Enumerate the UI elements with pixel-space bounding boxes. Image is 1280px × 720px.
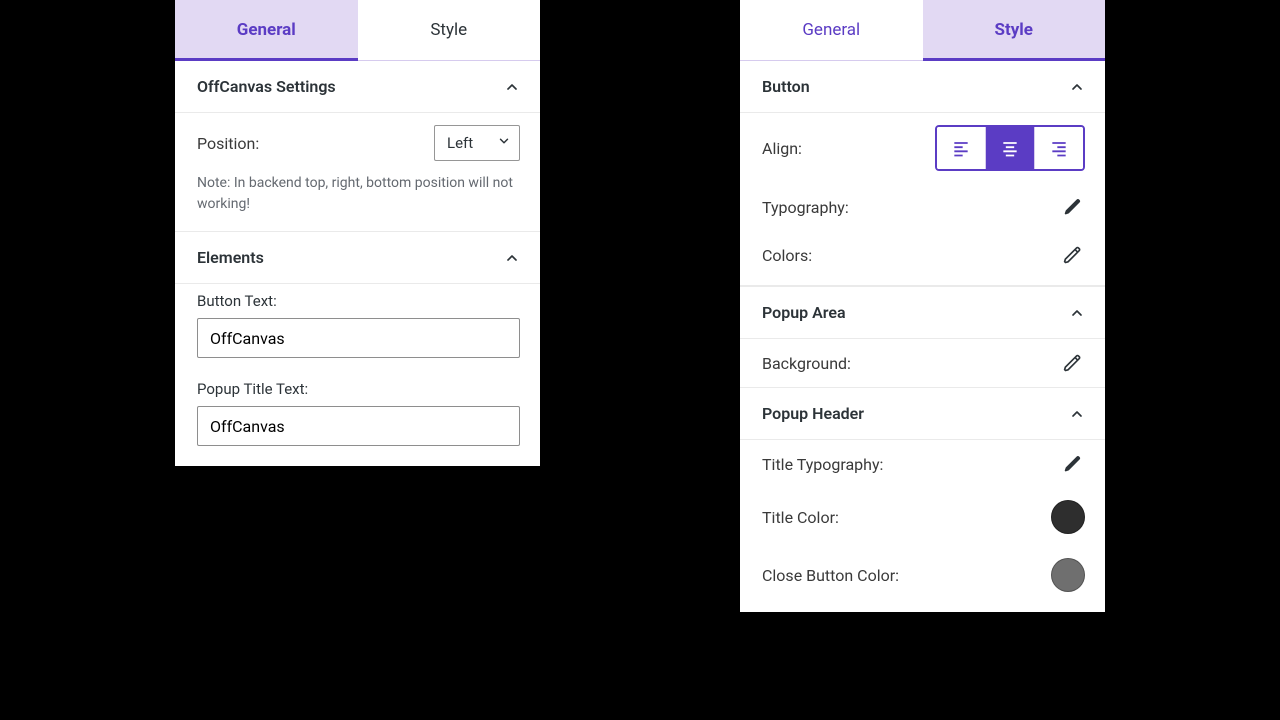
- row-close-button-color: Close Button Color:: [740, 546, 1105, 612]
- tab-style-label: Style: [430, 20, 467, 40]
- chevron-up-icon: [1069, 406, 1085, 422]
- section-title: Popup Header: [762, 404, 864, 423]
- row-align: Align:: [740, 113, 1105, 183]
- title-typography-edit-button[interactable]: [1061, 452, 1085, 476]
- chevron-up-icon: [1069, 305, 1085, 321]
- position-label: Position:: [197, 134, 259, 153]
- row-background: Background:: [740, 339, 1105, 387]
- row-typography: Typography:: [740, 183, 1105, 231]
- position-select[interactable]: Left: [434, 125, 520, 161]
- chevron-up-icon: [504, 79, 520, 95]
- background-label: Background:: [762, 354, 851, 373]
- panel-general: General Style OffCanvas Settings Positio…: [175, 0, 540, 466]
- align-segmented: [935, 125, 1085, 171]
- button-text-label: Button Text:: [197, 292, 520, 310]
- section-header-popup-area[interactable]: Popup Area: [740, 286, 1105, 339]
- align-right-button[interactable]: [1034, 127, 1083, 169]
- close-button-color-label: Close Button Color:: [762, 566, 899, 585]
- title-color-label: Title Color:: [762, 508, 839, 527]
- section-title: OffCanvas Settings: [197, 77, 336, 96]
- tab-general-label: General: [802, 20, 860, 40]
- section-title: Popup Area: [762, 303, 846, 322]
- align-right-icon: [1048, 138, 1070, 158]
- field-popup-title-text: Popup Title Text:: [175, 372, 540, 466]
- panel-style: General Style Button Align:: [740, 0, 1105, 612]
- row-title-typography: Title Typography:: [740, 440, 1105, 488]
- title-color-swatch[interactable]: [1051, 500, 1085, 534]
- tabs: General Style: [175, 0, 540, 61]
- tabs: General Style: [740, 0, 1105, 61]
- section-header-offcanvas-settings[interactable]: OffCanvas Settings: [175, 61, 540, 113]
- align-left-button[interactable]: [937, 127, 985, 169]
- align-center-icon: [999, 138, 1021, 158]
- pencil-icon: [1063, 353, 1083, 373]
- chevron-down-icon: [497, 134, 511, 152]
- section-header-elements[interactable]: Elements: [175, 231, 540, 284]
- position-selected-value: Left: [447, 134, 473, 152]
- align-label: Align:: [762, 139, 802, 158]
- tab-style[interactable]: Style: [358, 0, 541, 60]
- title-typography-label: Title Typography:: [762, 455, 883, 474]
- button-text-input[interactable]: [197, 318, 520, 358]
- background-edit-button[interactable]: [1061, 351, 1085, 375]
- popup-title-text-label: Popup Title Text:: [197, 380, 520, 398]
- tab-general-label: General: [237, 20, 296, 40]
- row-colors: Colors:: [740, 231, 1105, 279]
- pen-icon: [1063, 197, 1083, 217]
- chevron-up-icon: [1069, 79, 1085, 95]
- tab-style-label: Style: [995, 20, 1033, 40]
- typography-label: Typography:: [762, 198, 849, 217]
- position-note: Note: In backend top, right, bottom posi…: [175, 173, 540, 231]
- tab-style[interactable]: Style: [923, 0, 1106, 60]
- colors-edit-button[interactable]: [1061, 243, 1085, 267]
- typography-edit-button[interactable]: [1061, 195, 1085, 219]
- close-button-color-swatch[interactable]: [1051, 558, 1085, 592]
- align-center-button[interactable]: [985, 127, 1034, 169]
- tab-general[interactable]: General: [740, 0, 923, 60]
- align-left-icon: [950, 138, 972, 158]
- section-header-button[interactable]: Button: [740, 61, 1105, 113]
- field-button-text: Button Text:: [175, 284, 540, 372]
- pencil-icon: [1063, 245, 1083, 265]
- pen-icon: [1063, 454, 1083, 474]
- row-position: Position: Left: [175, 113, 540, 173]
- section-title: Elements: [197, 248, 264, 267]
- colors-label: Colors:: [762, 246, 812, 265]
- row-title-color: Title Color:: [740, 488, 1105, 546]
- section-header-popup-header[interactable]: Popup Header: [740, 387, 1105, 440]
- section-title: Button: [762, 77, 810, 96]
- tab-general[interactable]: General: [175, 0, 358, 60]
- chevron-up-icon: [504, 250, 520, 266]
- popup-title-text-input[interactable]: [197, 406, 520, 446]
